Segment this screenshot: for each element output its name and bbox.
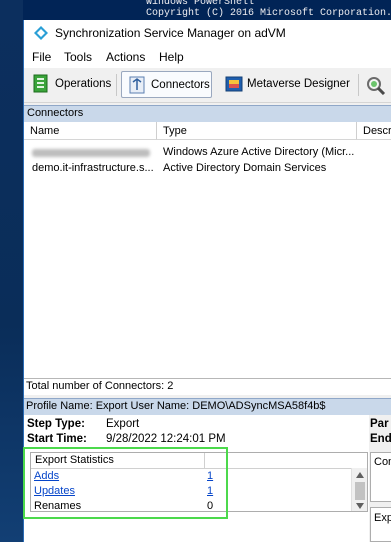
profile-info-bar: Profile Name: Export User Name: DEMO\ADS… xyxy=(24,398,391,416)
title-bar[interactable]: Synchronization Service Manager on adVM xyxy=(24,20,391,46)
menu-tools[interactable]: Tools xyxy=(64,50,92,64)
menu-actions[interactable]: Actions xyxy=(106,50,145,64)
connector-type: Windows Azure Active Directory (Micr... xyxy=(163,146,355,158)
step-type-label: Step Type: xyxy=(27,418,85,430)
menu-help[interactable]: Help xyxy=(159,50,184,64)
toolbar: Operations Connectors Metaverse Designer xyxy=(24,68,391,103)
column-divider xyxy=(204,453,205,468)
partition-label: Par xyxy=(370,418,389,430)
column-header-type-label: Type xyxy=(163,125,187,137)
end-time-label: End xyxy=(370,433,391,445)
column-header-description[interactable]: Descri xyxy=(357,122,391,140)
toolbar-separator xyxy=(358,74,359,96)
export-statistics-table: Export Statistics Adds 1 Updates 1 Renam… xyxy=(30,452,368,512)
operations-label: Operations xyxy=(55,78,112,90)
updates-link[interactable]: Updates xyxy=(34,485,75,497)
updates-count-link[interactable]: 1 xyxy=(207,485,213,497)
adds-link[interactable]: Adds xyxy=(34,470,59,482)
connector-type: Active Directory Domain Services xyxy=(163,162,327,174)
metaverse-designer-icon xyxy=(225,76,243,92)
start-time-value: 9/28/2022 12:24:01 PM xyxy=(106,433,226,445)
connector-name: demo.it-infrastructure.s... xyxy=(32,162,154,174)
metaverse-designer-button[interactable]: Metaverse Designer xyxy=(220,71,356,98)
profile-info-text: Profile Name: Export User Name: DEMO\ADS… xyxy=(26,400,326,412)
connection-status-title: Conr xyxy=(374,456,391,468)
connectors-total-text: Total number of Connectors: 2 xyxy=(26,380,174,392)
right-detail-pane: Par End Conr Exp xyxy=(369,415,391,542)
metaverse-search-icon[interactable] xyxy=(365,75,387,95)
scroll-down-icon[interactable] xyxy=(355,502,365,510)
toolbar-separator xyxy=(116,74,117,96)
connectors-total-bar: Total number of Connectors: 2 xyxy=(24,378,391,395)
connectors-label: Connectors xyxy=(151,79,210,91)
menu-file[interactable]: File xyxy=(32,50,51,64)
column-header-description-label: Descri xyxy=(363,125,391,137)
sync-service-manager-window: Synchronization Service Manager on adVM … xyxy=(23,20,391,542)
connectors-icon xyxy=(129,76,145,94)
connectors-list: Name Type Descri Windows Azure Active Di… xyxy=(24,122,391,378)
metaverse-designer-label: Metaverse Designer xyxy=(247,78,350,90)
renames-label: Renames xyxy=(34,500,82,512)
adds-count-link[interactable]: 1 xyxy=(207,470,213,482)
connectors-header-label: Connectors xyxy=(27,107,84,119)
powershell-console-text: Windows PowerShell Copyright (C) 2016 Mic… xyxy=(146,0,391,19)
operations-button[interactable]: Operations xyxy=(28,71,113,98)
scroll-up-icon[interactable] xyxy=(355,471,365,479)
statistics-scrollbar[interactable] xyxy=(351,468,367,511)
desktop-background xyxy=(0,0,23,542)
export-errors-box: Exp xyxy=(370,507,391,542)
start-time-label: Start Time: xyxy=(27,433,87,445)
export-statistics-header: Export Statistics xyxy=(31,453,367,469)
menu-bar: File Tools Actions Help xyxy=(24,46,391,68)
sync-app-icon xyxy=(34,26,48,40)
column-header-name-label: Name xyxy=(30,125,60,137)
window-title: Synchronization Service Manager on adVM xyxy=(55,26,286,40)
export-statistics-title: Export Statistics xyxy=(35,454,114,466)
operations-icon xyxy=(33,74,48,93)
export-errors-title: Exp xyxy=(374,512,391,524)
column-header-type[interactable]: Type xyxy=(157,122,357,140)
column-header-name[interactable]: Name xyxy=(24,122,157,140)
connection-status-box: Conr xyxy=(370,452,391,502)
scroll-thumb[interactable] xyxy=(355,482,365,500)
connectors-panel-header: Connectors xyxy=(24,105,391,123)
connectors-button[interactable]: Connectors xyxy=(121,71,212,98)
redacted-connector-name xyxy=(32,149,150,157)
step-type-value: Export xyxy=(106,418,140,430)
renames-count: 0 xyxy=(207,500,214,512)
